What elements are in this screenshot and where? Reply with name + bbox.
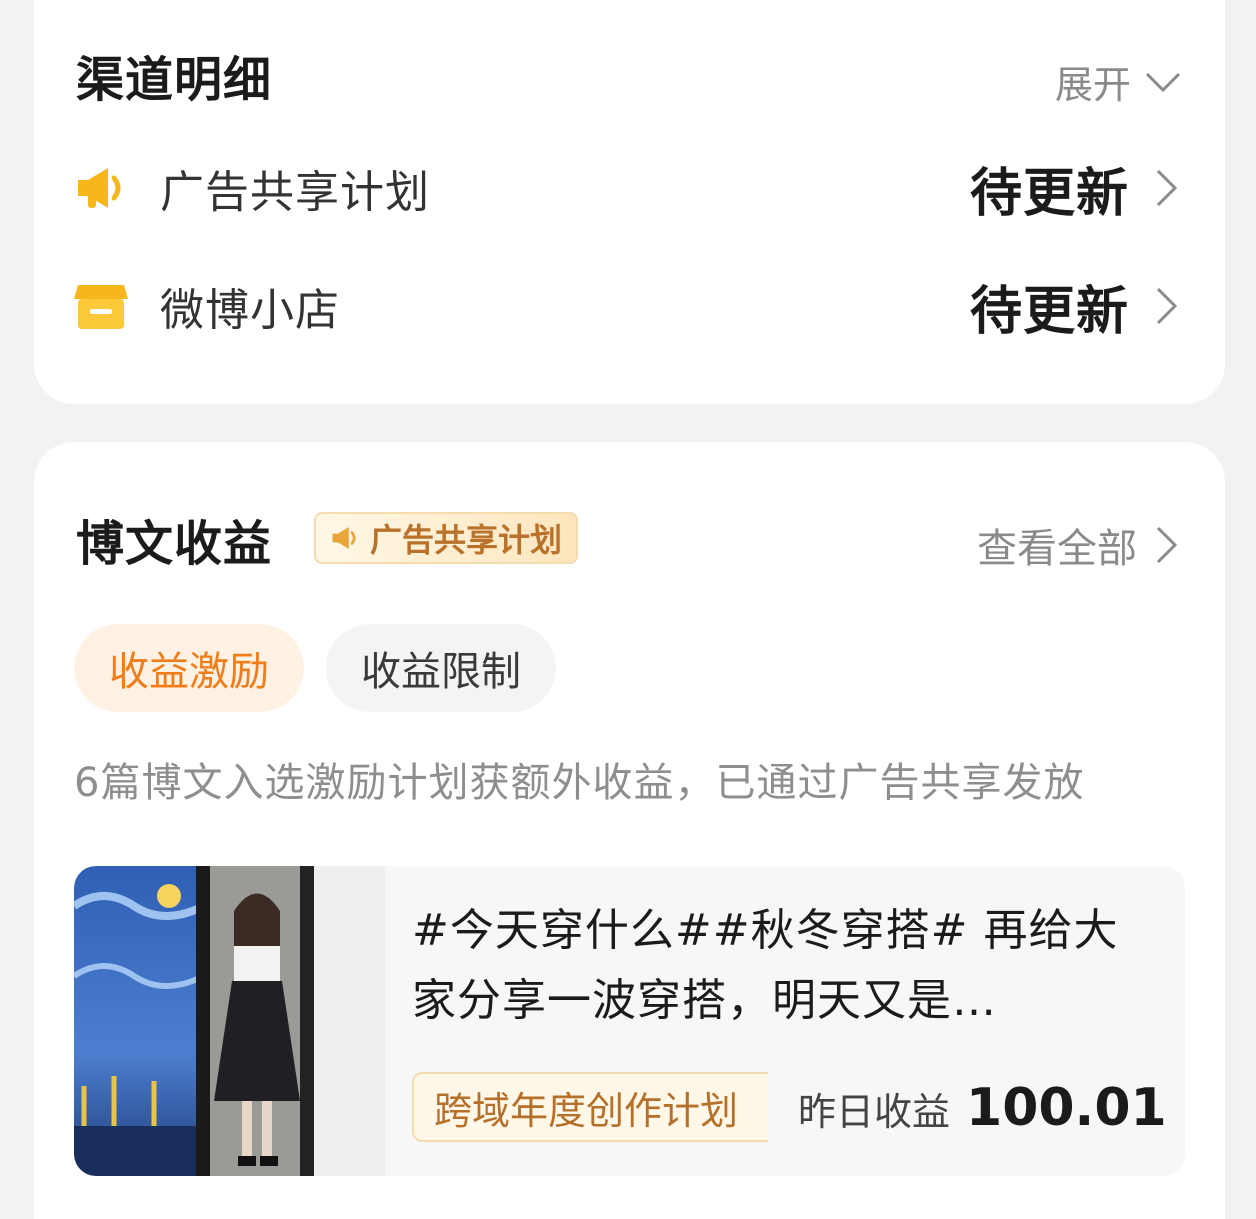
tab-earnings-incentive[interactable]: 收益激励 [74,624,304,712]
chevron-right-icon [1156,526,1178,564]
post-earnings-card: 博文收益 广告共享计划 查看全部 收益激励 收益限制 6篇博文入选激励计划获额外… [34,442,1225,1219]
shop-icon [74,285,128,329]
chevron-down-icon [1145,72,1181,92]
channel-status: 待更新 [969,281,1129,342]
earnings-description: 6篇博文入选激励计划获额外收益，已通过广告共享发放 [74,760,1085,806]
yesterday-earnings: 昨日收益 100.01 元 [798,1072,1185,1142]
channel-status: 待更新 [969,163,1129,224]
badge-label: 广告共享计划 [370,521,563,559]
expand-button[interactable]: 展开 [1055,54,1181,109]
earnings-label: 昨日收益 [798,1090,951,1134]
post-item[interactable]: #今天穿什么##秋冬穿搭# 再给大家分享一波穿搭，明天又是… 跨域年度创作计划 … [74,866,1185,1176]
tab-label: 收益限制 [361,649,521,695]
tab-earnings-limit[interactable]: 收益限制 [326,624,556,712]
tab-label: 收益激励 [109,649,269,695]
plan-tag: 跨域年度创作计划 [412,1072,768,1142]
ad-share-badge: 广告共享计划 [314,512,579,564]
post-earnings-title: 博文收益 [76,516,273,572]
post-thumbnail[interactable] [74,866,385,1176]
view-all-label: 查看全部 [977,526,1137,572]
thumbnail-image [74,866,385,1176]
channel-row-ad-share[interactable]: 广告共享计划 待更新 [74,148,1179,228]
chevron-right-icon [1156,287,1178,325]
channel-details-card: 渠道明细 展开 广告共享计划 待更新 微博小店 待更新 [34,0,1225,404]
channel-row-shop[interactable]: 微博小店 待更新 [74,266,1179,346]
channel-label: 微博小店 [160,285,340,336]
chevron-right-icon [1156,169,1178,207]
channel-label: 广告共享计划 [160,167,430,218]
post-title: #今天穿什么##秋冬穿搭# 再给大家分享一波穿搭，明天又是… [412,905,1119,1026]
earnings-unit: 元 [1183,1081,1185,1136]
megaphone-icon [78,168,121,208]
view-all-button[interactable]: 查看全部 [977,516,1179,574]
earnings-amount: 100.01 [966,1078,1167,1138]
megaphone-icon [332,527,356,549]
channel-details-title: 渠道明细 [76,52,273,108]
expand-label: 展开 [1054,63,1131,107]
